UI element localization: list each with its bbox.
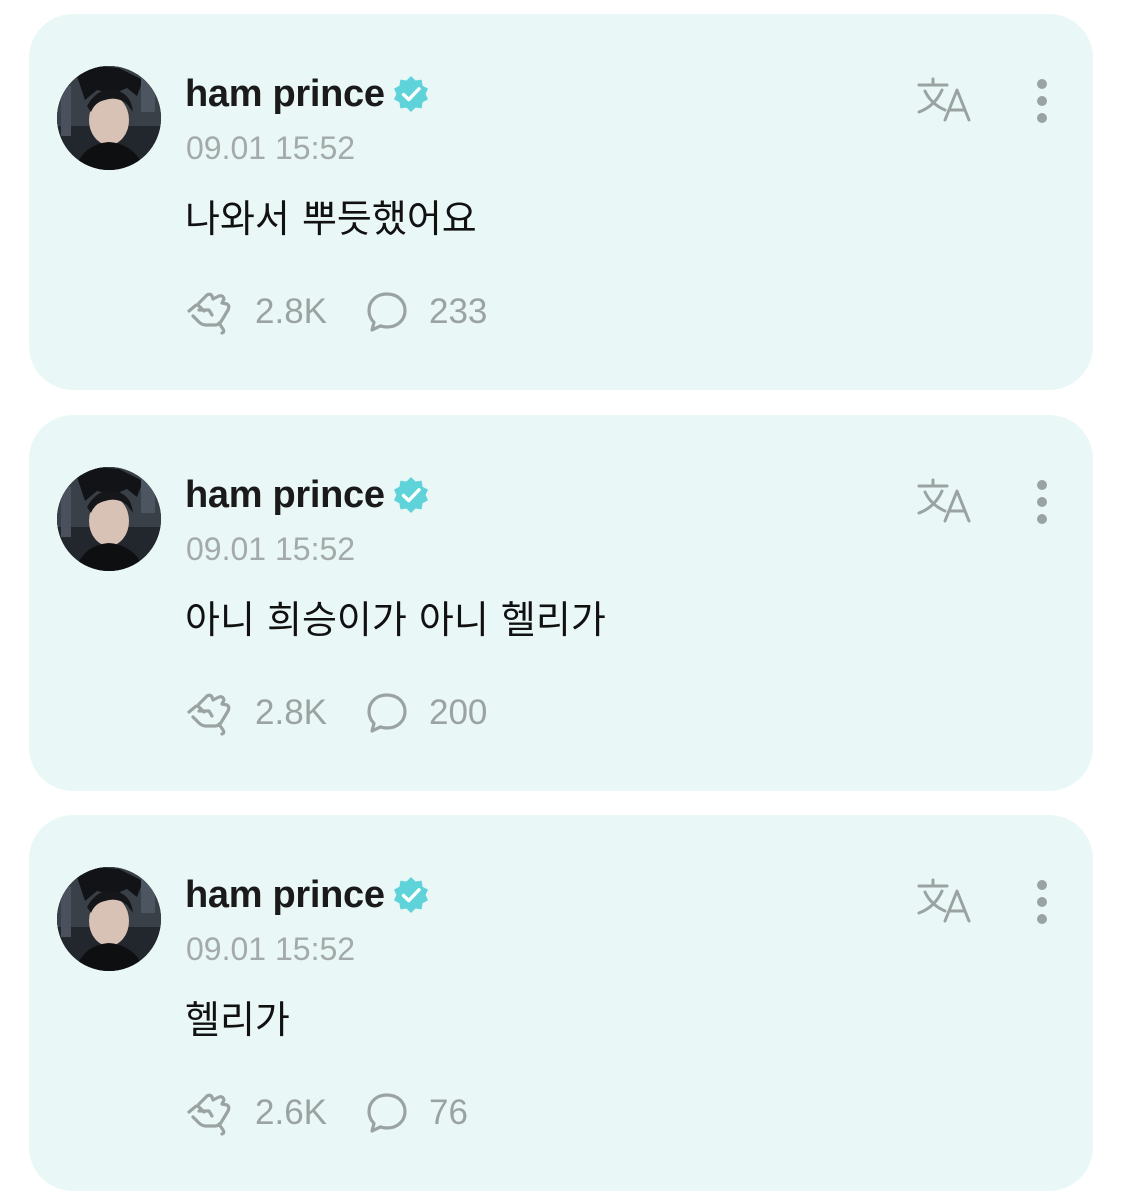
post-stats: 2.8K 200 — [185, 687, 487, 739]
post-text: 헬리가 — [185, 998, 290, 1042]
avatar[interactable] — [57, 867, 161, 971]
comment-bubble-icon — [367, 693, 407, 733]
comment-count: 200 — [429, 693, 488, 732]
more-options-button[interactable] — [1027, 477, 1057, 527]
post-stats: 2.8K 233 — [185, 286, 487, 338]
like-button[interactable]: 2.6K — [185, 1090, 327, 1136]
more-vertical-icon — [1037, 880, 1047, 924]
avatar[interactable] — [57, 467, 161, 571]
author-name[interactable]: ham prince — [185, 874, 385, 917]
like-hands-icon — [187, 1093, 231, 1136]
comment-bubble-icon — [367, 1093, 407, 1133]
author-row: ham prince — [185, 473, 431, 517]
author-name[interactable]: ham prince — [185, 73, 385, 116]
more-options-button[interactable] — [1027, 76, 1057, 126]
more-options-button[interactable] — [1027, 877, 1057, 927]
post-card[interactable]: ham prince 09.01 15:52 아니 희승이가 아니 헬리가 2.… — [29, 415, 1093, 791]
translate-button[interactable] — [915, 477, 977, 525]
translate-icon — [917, 478, 971, 523]
author-row: ham prince — [185, 72, 431, 116]
post-card[interactable]: ham prince 09.01 15:52 헬리가 2.6K 76 — [29, 815, 1093, 1191]
verified-badge-icon — [391, 74, 431, 114]
comment-button[interactable]: 233 — [365, 290, 487, 334]
comment-button[interactable]: 76 — [365, 1091, 468, 1135]
comment-button[interactable]: 200 — [365, 691, 487, 735]
avatar[interactable] — [57, 66, 161, 170]
like-button[interactable]: 2.8K — [185, 289, 327, 335]
like-count: 2.8K — [255, 292, 327, 331]
post-timestamp: 09.01 15:52 — [186, 931, 356, 967]
post-timestamp: 09.01 15:52 — [186, 130, 356, 166]
post-text: 아니 희승이가 아니 헬리가 — [185, 598, 606, 642]
more-vertical-icon — [1037, 79, 1047, 123]
like-count: 2.6K — [255, 1093, 327, 1132]
post-card[interactable]: ham prince 09.01 15:52 나와서 뿌듯했어요 2.8K 23… — [29, 14, 1093, 390]
post-timestamp: 09.01 15:52 — [186, 531, 356, 567]
like-hands-icon — [187, 292, 231, 335]
comment-count: 76 — [429, 1093, 468, 1132]
comment-bubble-icon — [367, 292, 407, 332]
like-count: 2.8K — [255, 693, 327, 732]
post-stats: 2.6K 76 — [185, 1087, 468, 1139]
like-hands-icon — [187, 693, 231, 736]
translate-button[interactable] — [915, 76, 977, 124]
author-name[interactable]: ham prince — [185, 474, 385, 517]
translate-button[interactable] — [915, 877, 977, 925]
more-vertical-icon — [1037, 480, 1047, 524]
post-text: 나와서 뿌듯했어요 — [185, 197, 477, 241]
author-row: ham prince — [185, 873, 431, 917]
like-button[interactable]: 2.8K — [185, 690, 327, 736]
translate-icon — [917, 77, 971, 122]
comment-count: 233 — [429, 292, 488, 331]
translate-icon — [917, 878, 971, 923]
verified-badge-icon — [391, 475, 431, 515]
verified-badge-icon — [391, 875, 431, 915]
